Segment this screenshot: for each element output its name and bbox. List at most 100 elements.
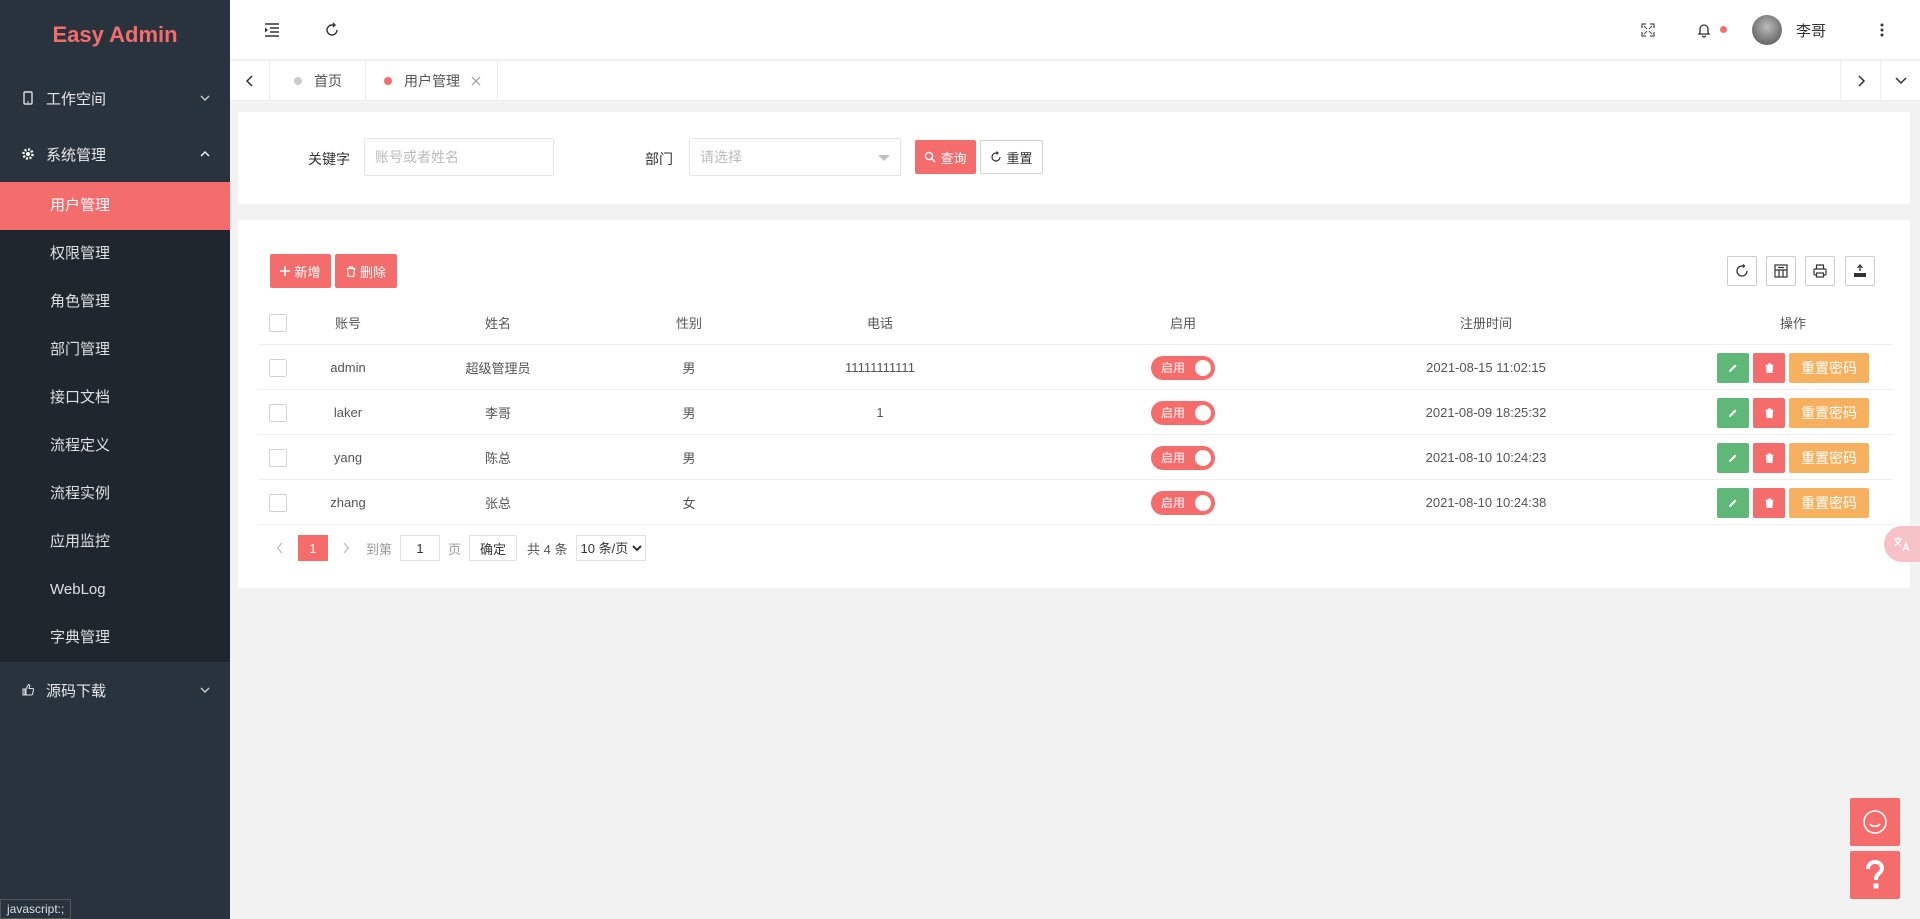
column-header-name[interactable]: 姓名: [398, 300, 598, 345]
reset-password-button[interactable]: 重置密码: [1789, 487, 1869, 518]
column-header-enabled[interactable]: 启用: [980, 300, 1386, 345]
refresh-icon: [1736, 264, 1748, 277]
fullscreen-button[interactable]: [1634, 16, 1662, 44]
sidebar-item-app-monitor[interactable]: 应用监控: [0, 518, 230, 566]
refresh-icon: [991, 151, 1002, 162]
goto-confirm-button[interactable]: 确定: [469, 535, 518, 561]
add-user-button[interactable]: 新增: [270, 254, 331, 288]
column-header-phone[interactable]: 电话: [780, 300, 980, 345]
enabled-switch[interactable]: 启用: [1151, 445, 1215, 470]
column-header-registered[interactable]: 注册时间: [1386, 300, 1586, 345]
refresh-button[interactable]: [318, 16, 346, 44]
app-logo: Easy Admin: [0, 0, 230, 70]
sidebar-item-process-instances[interactable]: 流程实例: [0, 470, 230, 518]
select-all-checkbox[interactable]: [269, 313, 287, 332]
next-page-button[interactable]: [336, 534, 356, 562]
chevron-left-icon: [276, 542, 283, 554]
more-menu-button[interactable]: [1868, 16, 1896, 44]
menu-collapse-button[interactable]: [258, 16, 286, 44]
goto-label: 到第: [366, 541, 393, 557]
enabled-switch[interactable]: 启用: [1151, 490, 1215, 515]
search-icon: [925, 151, 937, 163]
table-refresh-button[interactable]: [1727, 256, 1757, 286]
sidebar-item-process-definitions[interactable]: 流程定义: [0, 422, 230, 470]
edit-button[interactable]: [1717, 442, 1749, 473]
chevron-down-icon: [200, 687, 210, 693]
delete-button[interactable]: [1753, 442, 1785, 473]
prev-page-button[interactable]: [270, 534, 290, 562]
edit-button[interactable]: [1717, 487, 1749, 518]
switch-label: 启用: [1161, 496, 1186, 510]
sidebar-item-dictionary[interactable]: 字典管理: [0, 614, 230, 662]
reset-password-button[interactable]: 重置密码: [1789, 352, 1869, 383]
avatar[interactable]: [1752, 15, 1782, 45]
chevron-down-icon: [1894, 77, 1907, 85]
column-filter-button[interactable]: [1766, 256, 1796, 286]
print-button[interactable]: [1805, 256, 1835, 286]
tab-user-management[interactable]: 用户管理: [366, 61, 498, 101]
tabs-scroll-left-button[interactable]: [230, 61, 270, 101]
table-header-row: 账号 姓名 性别 电话 启用 注册时间 操作: [258, 300, 1893, 345]
cell-phone: [780, 480, 980, 525]
column-header-account[interactable]: 账号: [298, 300, 398, 345]
delete-button[interactable]: [1753, 487, 1785, 518]
export-button[interactable]: [1845, 256, 1875, 286]
page-label: 页: [448, 541, 462, 557]
reset-password-button[interactable]: 重置密码: [1789, 442, 1869, 473]
sidebar-submenu: 用户管理 权限管理 角色管理 部门管理 接口文档 流程定义 流程实例 应用监控 …: [0, 182, 230, 662]
cell-phone: [780, 435, 980, 480]
tab-home[interactable]: 首页: [270, 61, 366, 101]
sidebar-item-departments[interactable]: 部门管理: [0, 326, 230, 374]
keyword-input[interactable]: [364, 138, 554, 176]
row-checkbox[interactable]: [269, 448, 287, 467]
keyword-label: 关键字: [308, 151, 350, 167]
row-checkbox[interactable]: [269, 493, 287, 512]
sidebar-item-permissions[interactable]: 权限管理: [0, 230, 230, 278]
translate-widget[interactable]: [1884, 526, 1920, 562]
indent-icon: [265, 23, 279, 37]
cell-registered: 2021-08-09 18:25:32: [1425, 405, 1547, 420]
reset-button[interactable]: 重置: [980, 140, 1043, 174]
sidebar-item-users[interactable]: 用户管理: [0, 182, 230, 230]
cell-name: 张总: [484, 496, 511, 511]
tab-dot: [294, 77, 302, 85]
trash-icon: [1764, 498, 1774, 508]
tabs-scroll-right-button[interactable]: [1840, 61, 1880, 101]
query-button[interactable]: 查询: [915, 140, 976, 174]
page-size-select[interactable]: 10 条/页: [575, 535, 646, 561]
sidebar-group-source-download[interactable]: 源码下载: [0, 662, 230, 718]
row-checkbox[interactable]: [269, 403, 287, 422]
delete-button[interactable]: [1753, 397, 1785, 428]
close-icon[interactable]: [470, 75, 482, 87]
cell-registered: 2021-08-10 10:24:23: [1425, 450, 1547, 465]
print-icon: [1813, 264, 1827, 278]
switch-label: 启用: [1161, 451, 1186, 465]
goto-page-input[interactable]: [400, 535, 441, 561]
notification-button[interactable]: [1690, 16, 1718, 44]
user-name[interactable]: 李哥: [1796, 20, 1826, 41]
edit-button[interactable]: [1717, 352, 1749, 383]
sidebar-group-system[interactable]: 系统管理: [0, 126, 230, 182]
chat-support-button[interactable]: [1850, 798, 1900, 846]
sidebar-item-api-docs[interactable]: 接口文档: [0, 374, 230, 422]
reset-password-button[interactable]: 重置密码: [1789, 397, 1869, 428]
enabled-switch[interactable]: 启用: [1151, 355, 1215, 380]
sidebar-item-weblog[interactable]: WebLog: [0, 566, 230, 614]
cell-name: 李哥: [484, 406, 511, 421]
delete-button[interactable]: [1753, 352, 1785, 383]
sidebar-item-roles[interactable]: 角色管理: [0, 278, 230, 326]
edit-button[interactable]: [1717, 397, 1749, 428]
query-button-label: 查询: [940, 150, 967, 166]
help-button[interactable]: [1850, 851, 1900, 899]
delete-users-button[interactable]: 删除: [335, 254, 397, 288]
tabs-dropdown-button[interactable]: [1880, 61, 1920, 101]
enabled-switch[interactable]: 启用: [1151, 400, 1215, 425]
row-checkbox[interactable]: [269, 358, 287, 377]
department-select[interactable]: 请选择: [689, 138, 901, 176]
current-page[interactable]: 1: [298, 535, 328, 561]
trash-icon: [1764, 408, 1774, 418]
export-icon: [1854, 264, 1866, 277]
table-row: yang 陈总 男 启用 2021-08-10 10:24:23 重置密码: [258, 435, 1893, 480]
column-header-gender[interactable]: 性别: [598, 300, 780, 345]
sidebar-group-workspace[interactable]: 工作空间: [0, 70, 230, 126]
